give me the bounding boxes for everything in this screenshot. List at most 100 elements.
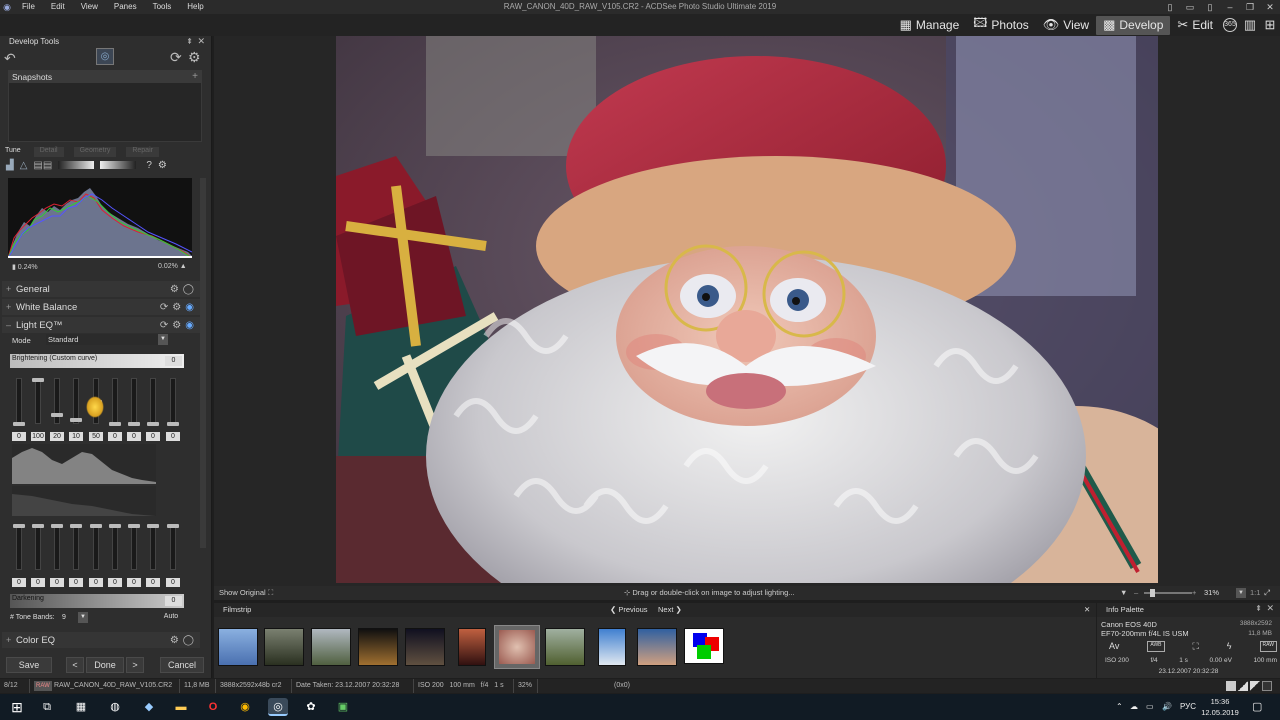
add-snapshot-icon[interactable]: + [192, 71, 198, 82]
zoom-ratio[interactable]: 1:1 [1250, 586, 1260, 600]
minimize-icon[interactable]: – [1220, 0, 1240, 14]
tone-band-slider[interactable] [170, 378, 176, 424]
tray-arrow-icon[interactable]: ⌃ [1116, 694, 1123, 720]
tab-geometry[interactable]: Geometry [73, 147, 117, 157]
tab-repair[interactable]: Repair [126, 147, 159, 157]
reset-icon[interactable]: ⟳ [160, 320, 168, 331]
close-icon[interactable]: ✕ [1260, 0, 1280, 14]
show-original-button[interactable]: Show Original [219, 586, 266, 600]
slider-knob[interactable] [147, 422, 159, 426]
acdsee-icon[interactable]: ◎ [268, 698, 288, 716]
auto-button[interactable]: Auto [156, 612, 186, 624]
tone-band-slider[interactable] [16, 524, 22, 570]
view-toggle[interactable] [1262, 681, 1272, 691]
zoom-in-icon[interactable]: + [1192, 586, 1196, 600]
done-button[interactable]: Done [86, 657, 124, 673]
view-toggle[interactable] [1238, 681, 1248, 691]
tone-band-value[interactable]: 0 [50, 578, 64, 587]
slider-knob[interactable] [90, 524, 102, 528]
tone-band-value[interactable]: 20 [50, 432, 64, 441]
tone-band-slider[interactable] [73, 524, 79, 570]
slider-knob[interactable] [147, 524, 159, 528]
gear-icon[interactable]: ⚙ [188, 49, 201, 66]
app-icon[interactable]: ▣ [334, 698, 352, 716]
layout-icon[interactable]: ▯ [1160, 0, 1180, 14]
next-button[interactable]: Next ❯ [658, 603, 682, 617]
menu-help[interactable]: Help [179, 0, 211, 14]
tone-band-value[interactable]: 0 [31, 578, 45, 587]
tone-band-value[interactable]: 0 [146, 578, 160, 587]
menu-edit[interactable]: Edit [43, 0, 73, 14]
tone-band-value[interactable]: 10 [69, 432, 83, 441]
chevron-down-icon[interactable]: ▼ [1236, 588, 1246, 598]
mode-photos-button[interactable]: 🖾 Photos [966, 15, 1036, 35]
calculator-icon[interactable]: ▦ [72, 698, 90, 716]
slider-knob[interactable] [70, 524, 82, 528]
tone-band-value[interactable]: 50 [89, 432, 103, 441]
zoom-slider-knob[interactable] [1150, 589, 1155, 597]
thumbnail[interactable] [311, 628, 351, 666]
network-icon[interactable]: ▭ [1146, 694, 1154, 720]
app-icon[interactable]: ✿ [302, 698, 320, 716]
slider-knob[interactable] [167, 422, 179, 426]
toggle-icon[interactable]: ◯ [183, 635, 194, 646]
tone-band-value[interactable]: 0 [69, 578, 83, 587]
task-view-icon[interactable]: ⧉ [38, 698, 56, 716]
gear-icon[interactable]: ⚙ [170, 284, 179, 295]
tone-band-value[interactable]: 0 [127, 432, 141, 441]
folder-icon[interactable]: ▬ [172, 698, 190, 716]
mode-select[interactable]: Standard ▼ [46, 334, 168, 345]
fullscreen-icon[interactable]: ⛶ [268, 586, 273, 600]
tone-band-value[interactable]: 0 [12, 432, 26, 441]
mode-view-button[interactable]: 👁 View [1036, 16, 1096, 35]
warning-icon[interactable]: △ [20, 160, 28, 171]
slider-knob[interactable] [109, 524, 121, 528]
darkening-slider[interactable]: Darkening [10, 594, 184, 608]
brightening-value[interactable]: 0 [165, 356, 182, 366]
section-general[interactable]: + General ⚙ ◯ [2, 281, 200, 297]
gradient-icon[interactable] [58, 161, 95, 169]
cloud-icon[interactable]: ☁ [1130, 694, 1138, 720]
tone-band-value[interactable]: 0 [127, 578, 141, 587]
tone-band-slider[interactable] [150, 378, 156, 424]
camera-icon[interactable]: ◎ [96, 48, 114, 65]
photo-santa[interactable] [336, 36, 1158, 583]
slider-knob[interactable] [51, 413, 63, 418]
thumbnail[interactable] [405, 628, 445, 666]
menu-tools[interactable]: Tools [145, 0, 180, 14]
save-button[interactable]: Save [6, 657, 52, 673]
toggle-icon[interactable]: ◉ [185, 320, 194, 331]
slider-knob[interactable] [128, 422, 140, 426]
app-icon[interactable]: ◆ [140, 698, 158, 716]
section-light-eq[interactable]: – Light EQ™ ⟳ ⚙ ◉ [2, 317, 200, 333]
slider-knob[interactable] [167, 524, 179, 528]
slider-knob[interactable] [32, 378, 44, 382]
gradient-icon[interactable] [100, 161, 137, 169]
tone-band-value[interactable]: 0 [146, 432, 160, 441]
close-icon[interactable]: ✕ [197, 36, 205, 47]
active-slider-highlight[interactable] [86, 396, 104, 418]
thumbnail[interactable] [545, 628, 585, 666]
tone-band-slider[interactable] [54, 378, 60, 424]
language-indicator[interactable]: РУС [1180, 694, 1196, 720]
view-toggle[interactable] [1226, 681, 1236, 691]
tone-band-slider[interactable] [54, 524, 60, 570]
thumbnail[interactable] [684, 628, 724, 664]
cancel-button[interactable]: Cancel [160, 657, 204, 673]
section-color-eq[interactable]: + Color EQ ⚙ ◯ [2, 632, 200, 648]
tone-band-slider[interactable] [93, 524, 99, 570]
tone-band-slider[interactable] [16, 378, 22, 424]
gear-icon[interactable]: ⚙ [172, 302, 181, 313]
slider-knob[interactable] [13, 524, 25, 528]
reset-icon[interactable]: ⟳ [160, 302, 168, 313]
slider-knob[interactable] [32, 524, 44, 528]
tone-band-value[interactable]: 0 [166, 578, 180, 587]
thumbnail-selected[interactable] [494, 625, 540, 669]
pin-icon[interactable]: ⇞ [1255, 604, 1262, 613]
toggle-icon[interactable]: ◉ [185, 302, 194, 313]
slider-knob[interactable] [70, 417, 82, 422]
panel-scrollbar[interactable] [200, 178, 206, 548]
reset-icon[interactable]: ⟳ [170, 49, 182, 66]
slider-knob[interactable] [13, 422, 25, 426]
opera-icon[interactable]: O [204, 698, 222, 716]
